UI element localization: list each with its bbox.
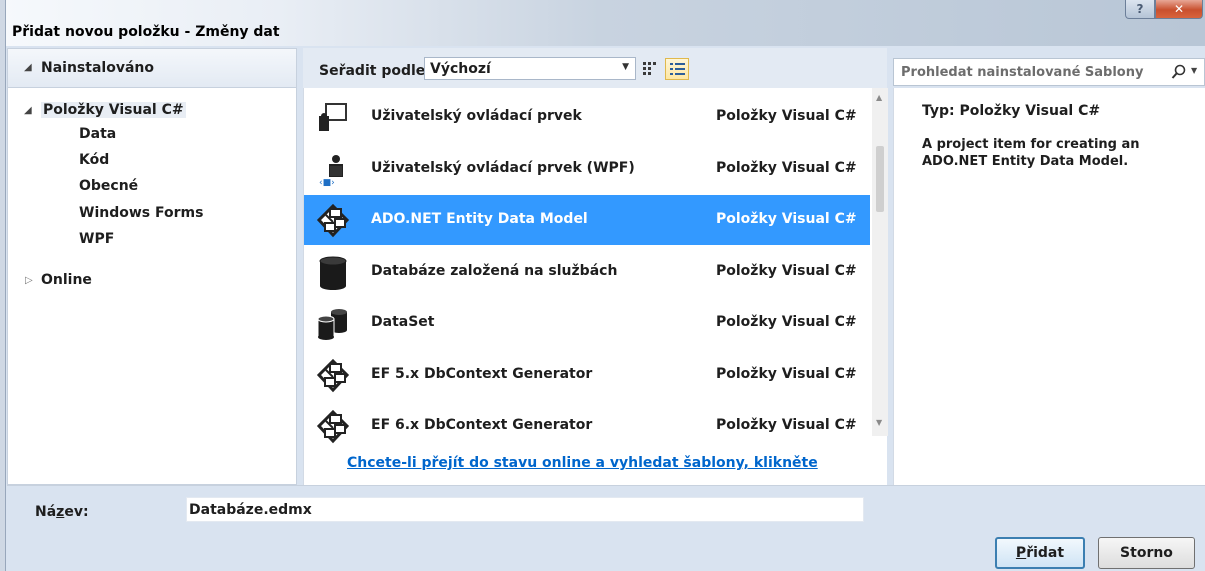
- database-icon: [316, 256, 350, 290]
- collapse-triangle-icon: ◢: [24, 62, 32, 73]
- item-category: Položky Visual C#: [716, 365, 857, 382]
- template-tree: ◢ Položky Visual C# Data Kód Obecné Wind…: [7, 88, 297, 485]
- grid-view-icon: [643, 62, 656, 75]
- tree-item-general[interactable]: Obecné: [79, 178, 138, 194]
- close-icon: ✕: [1173, 2, 1185, 16]
- item-type: Typ: Položky Visual C#: [922, 103, 1101, 119]
- template-list: Uživatelský ovládací prvek Položky Visual…: [303, 88, 888, 485]
- item-name: EF 6.x DbContext Generator: [371, 417, 593, 433]
- dataset-icon: [316, 307, 350, 341]
- list-item[interactable]: ADO.NET Entity Data Model Položky Visual …: [304, 195, 870, 245]
- list-item[interactable]: EF 6.x DbContext Generator Položky Visual…: [304, 401, 870, 451]
- scroll-down-icon[interactable]: ▼: [876, 418, 882, 427]
- title-bar[interactable]: Přidat novou položku - Změny dat ? ✕: [0, 0, 1205, 46]
- sort-toolbar: Seřadit podle: Výchozí ▼: [303, 48, 887, 88]
- item-category: Položky Visual C#: [716, 159, 857, 176]
- help-icon: ?: [1136, 2, 1144, 16]
- item-category: Položky Visual C#: [716, 262, 857, 279]
- item-name: Uživatelský ovládací prvek (WPF): [371, 159, 635, 176]
- grid-view-button[interactable]: [639, 58, 661, 79]
- item-category: Položky Visual C#: [716, 211, 857, 227]
- tree-item-windows-forms[interactable]: Windows Forms: [79, 205, 203, 221]
- item-category: Položky Visual C#: [716, 314, 857, 330]
- list-view-icon: [669, 63, 685, 75]
- window-title: Přidat novou položku - Změny dat: [12, 24, 280, 40]
- item-description: A project item for creating an ADO.NET E…: [922, 137, 1140, 169]
- item-name: Databáze založená na službách: [371, 262, 618, 279]
- list-item[interactable]: ‹■› Uživatelský ovládací prvek (WPF) Polož…: [304, 144, 870, 194]
- search-input[interactable]: [894, 59, 1166, 85]
- tree-item-wpf[interactable]: WPF: [79, 231, 114, 247]
- list-item[interactable]: EF 5.x DbContext Generator Položky Visual…: [304, 350, 870, 400]
- name-label: Název:: [35, 504, 89, 520]
- name-input[interactable]: [186, 497, 864, 522]
- sort-label: Seřadit podle:: [319, 63, 431, 79]
- entity-model-icon: [316, 203, 350, 238]
- search-box[interactable]: ▼: [893, 58, 1205, 86]
- sort-dropdown[interactable]: Výchozí ▼: [424, 57, 636, 80]
- scroll-thumb[interactable]: [876, 146, 884, 212]
- tree-header-label: Nainstalováno: [41, 60, 154, 76]
- tree-item-label: Online: [41, 272, 92, 288]
- item-name: Uživatelský ovládací prvek: [371, 108, 582, 124]
- scroll-up-icon[interactable]: ▲: [876, 93, 882, 102]
- window-frame-left: [0, 0, 6, 571]
- wpf-user-control-icon: ‹■›: [316, 153, 350, 188]
- tree-header-installed[interactable]: ◢ Nainstalováno: [7, 48, 297, 88]
- help-button[interactable]: ?: [1125, 0, 1155, 19]
- list-scrollbar[interactable]: ▲ ▼: [872, 88, 888, 436]
- list-item[interactable]: DataSet Položky Visual C#: [304, 298, 870, 348]
- item-category: Položky Visual C#: [716, 417, 857, 433]
- chevron-down-icon[interactable]: ▼: [1191, 66, 1197, 75]
- sort-dropdown-value: Výchozí: [430, 61, 491, 77]
- list-view-button[interactable]: [665, 58, 689, 80]
- add-new-item-dialog: Přidat novou položku - Změny dat ? ✕ ◢ N…: [0, 0, 1205, 571]
- tree-item-label: Položky Visual C#: [41, 102, 186, 118]
- tree-item-code[interactable]: Kód: [79, 152, 109, 168]
- item-name: ADO.NET Entity Data Model: [371, 211, 588, 227]
- item-name: EF 5.x DbContext Generator: [371, 365, 593, 382]
- detail-panel: Typ: Položky Visual C# A project item fo…: [893, 88, 1205, 485]
- cancel-button[interactable]: Storno: [1098, 537, 1195, 569]
- list-item[interactable]: Uživatelský ovládací prvek Položky Visual…: [304, 92, 870, 142]
- go-online-link[interactable]: Chcete-li přejít do stavu online a vyhle…: [347, 455, 818, 471]
- chevron-down-icon: ▼: [622, 62, 629, 72]
- entity-model-icon: [316, 409, 350, 444]
- close-button[interactable]: ✕: [1155, 0, 1203, 19]
- bottom-bar: Název: Přidat Storno: [7, 485, 1205, 571]
- collapse-triangle-icon: ◢: [24, 105, 32, 116]
- user-control-icon: [316, 101, 350, 135]
- entity-model-icon: [316, 358, 350, 393]
- svg-text:‹■›: ‹■›: [319, 178, 335, 187]
- list-item[interactable]: Databáze založená na službách Položky Vis…: [304, 247, 870, 297]
- search-icon[interactable]: [1171, 64, 1187, 80]
- add-button[interactable]: Přidat: [995, 537, 1085, 569]
- item-category: Položky Visual C#: [716, 108, 857, 124]
- tree-item-data[interactable]: Data: [79, 126, 116, 142]
- expand-triangle-icon: ▷: [25, 275, 33, 286]
- item-name: DataSet: [371, 314, 435, 330]
